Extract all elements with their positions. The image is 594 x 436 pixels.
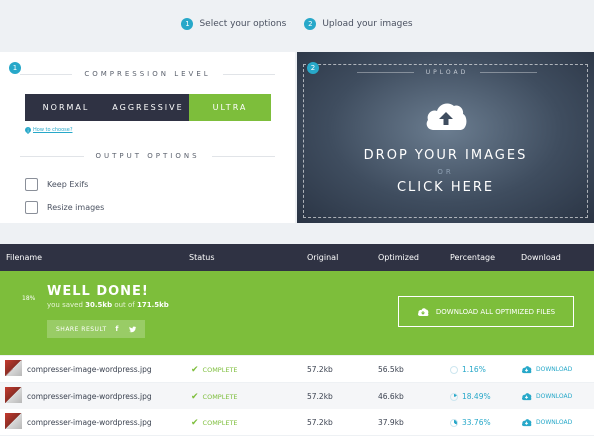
level-aggressive-button[interactable]: AGGRESSIVE [107, 94, 189, 121]
upload-dropzone[interactable]: 2 UPLOAD DROP YOUR IMAGES OR CLICK HERE [297, 52, 594, 223]
how-to-choose-label: How to choose? [33, 127, 73, 133]
level-ultra-button[interactable]: ULTRA [189, 94, 271, 121]
row-download-link[interactable]: DOWNLOAD [521, 365, 572, 374]
file-thumbnail [5, 413, 22, 429]
step-label-1: Select your options [199, 19, 287, 29]
steps-bar: 1 Select your options 2 Upload your imag… [0, 14, 594, 34]
row-percentage-label: 33.76% [462, 418, 491, 427]
keep-exifs-option[interactable]: Keep Exifs [25, 178, 88, 191]
row-percentage: 1.16% [450, 365, 486, 374]
level-normal-button[interactable]: NORMAL [25, 94, 107, 121]
cloud-download-icon [522, 366, 532, 374]
cloud-download-icon [522, 393, 532, 401]
compression-title: COMPRESSION LEVEL [84, 70, 211, 78]
row-filename: compresser-image-wordpress.jpg [27, 365, 152, 374]
col-original: Original [307, 253, 339, 262]
saved-total: 171.5kb [137, 301, 169, 309]
row-download-label: DOWNLOAD [536, 393, 573, 400]
col-status: Status [189, 253, 215, 262]
info-icon: i [25, 127, 31, 133]
file-thumbnail [5, 387, 22, 403]
how-to-choose-link[interactable]: i How to choose? [25, 127, 72, 133]
resize-option[interactable]: Resize images [25, 201, 104, 214]
compression-heading: COMPRESSION LEVEL [20, 70, 275, 78]
results-table-header: Filename Status Original Optimized Perce… [0, 244, 594, 271]
summary-banner: 18% WELL DONE! you saved 30.5kb out of 1… [0, 271, 594, 355]
cloud-download-icon [417, 307, 429, 316]
upload-title: UPLOAD [425, 69, 469, 76]
row-filename: compresser-image-wordpress.jpg [27, 392, 152, 401]
upload-step-badge: 2 [307, 62, 319, 74]
or-text: OR [437, 168, 454, 176]
facebook-icon[interactable]: f [113, 325, 122, 334]
saved-text: you saved 30.5kb out of 171.5kb [47, 301, 169, 309]
table-row: compresser-image-wordpress.jpg ✔ COMPLETE 5… [0, 356, 594, 382]
step-number-1: 1 [181, 18, 194, 30]
row-optimized: 37.9kb [378, 418, 404, 427]
step-number-2: 2 [304, 18, 317, 30]
cloud-upload-icon [426, 103, 467, 130]
check-icon: ✔ [191, 392, 199, 402]
row-status-label: COMPLETE [202, 419, 238, 427]
row-optimized: 56.5kb [378, 365, 404, 374]
col-percentage: Percentage [450, 253, 496, 262]
twitter-icon[interactable] [128, 325, 137, 334]
col-optimized: Optimized [378, 253, 419, 262]
download-all-label: DOWNLOAD ALL OPTIMIZED FILES [435, 307, 556, 316]
click-here-text: CLICK HERE [396, 180, 495, 195]
resize-checkbox[interactable] [25, 201, 38, 214]
row-download-label: DOWNLOAD [536, 366, 573, 373]
row-percentage: 18.49% [450, 392, 491, 401]
row-percentage-label: 1.16% [462, 365, 486, 374]
row-download-link[interactable]: DOWNLOAD [521, 418, 572, 427]
row-status: ✔ COMPLETE [191, 392, 238, 402]
row-status-label: COMPLETE [202, 366, 238, 374]
check-icon: ✔ [191, 365, 199, 375]
output-heading: OUTPUT OPTIONS [20, 152, 276, 160]
col-download: Download [521, 253, 561, 262]
keep-exifs-label: Keep Exifs [47, 180, 89, 189]
summary-percent: 18% [22, 295, 36, 302]
options-panel: 1 COMPRESSION LEVEL NORMAL AGGRESSIVE UL… [0, 52, 295, 223]
row-percentage-label: 18.49% [462, 392, 491, 401]
compression-level-selector: NORMAL AGGRESSIVE ULTRA [25, 94, 271, 121]
output-title: OUTPUT OPTIONS [95, 152, 200, 160]
keep-exifs-checkbox[interactable] [25, 178, 38, 191]
step-2: 2 Upload your images [304, 14, 413, 34]
step-label-2: Upload your images [322, 19, 413, 29]
row-download-link[interactable]: DOWNLOAD [521, 392, 572, 401]
share-result-label: SHARE RESULT [56, 325, 107, 333]
percentage-ring-icon [450, 392, 458, 401]
saved-mid: out of [114, 301, 135, 309]
table-row: compresser-image-wordpress.jpg ✔ COMPLETE 5… [0, 409, 594, 435]
cloud-download-icon [522, 419, 532, 427]
check-icon: ✔ [191, 418, 199, 428]
row-original: 57.2kb [307, 392, 333, 401]
share-result-button[interactable]: SHARE RESULT f [47, 320, 145, 338]
saved-prefix: you saved [47, 301, 83, 309]
row-status: ✔ COMPLETE [191, 365, 238, 375]
row-percentage: 33.76% [450, 418, 491, 427]
row-original: 57.2kb [307, 418, 333, 427]
drop-images-text: DROP YOUR IMAGES [363, 148, 528, 163]
table-row: compresser-image-wordpress.jpg ✔ COMPLETE 5… [0, 383, 594, 409]
col-filename: Filename [6, 253, 43, 262]
row-original: 57.2kb [307, 365, 333, 374]
well-done-title: WELL DONE! [47, 284, 149, 299]
download-all-button[interactable]: DOWNLOAD ALL OPTIMIZED FILES [398, 296, 574, 327]
percentage-ring-icon [450, 365, 458, 374]
saved-amount: 30.5kb [85, 301, 113, 309]
row-filename: compresser-image-wordpress.jpg [27, 418, 152, 427]
percentage-ring-icon [450, 418, 458, 427]
row-status: ✔ COMPLETE [191, 418, 238, 428]
row-download-label: DOWNLOAD [536, 419, 573, 426]
step-1: 1 Select your options [181, 14, 286, 34]
file-thumbnail [5, 360, 22, 376]
row-optimized: 46.6kb [378, 392, 404, 401]
resize-label: Resize images [47, 203, 105, 212]
upload-heading: UPLOAD [357, 69, 538, 76]
row-status-label: COMPLETE [202, 393, 238, 401]
